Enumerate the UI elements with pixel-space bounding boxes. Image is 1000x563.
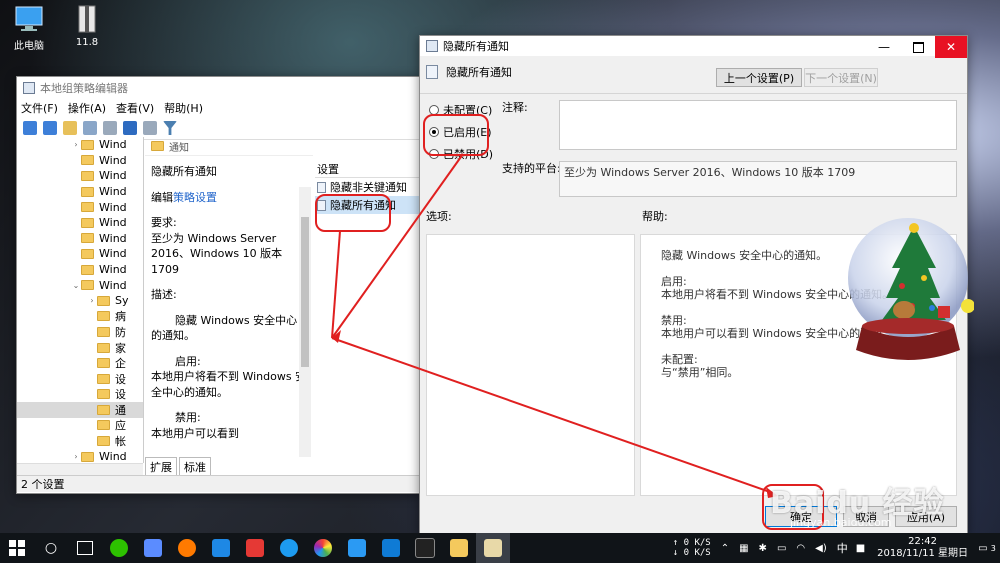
net-up: 0 K/S [683,538,711,548]
system-tray: ↑ 0 K/S ↓ 0 K/S ⌃ ▦ ✱ ▭ ◠ ◀) 中 ■ 22:42 2… [673,533,1000,563]
feishu-icon [144,539,162,557]
taskbar-app-explorer[interactable] [442,533,476,563]
taskbar-app-qq[interactable] [340,533,374,563]
clock-date: 2018/11/11 星期日 [877,548,968,559]
taskbar-app-gpedit[interactable] [476,533,510,563]
office-icon [212,539,230,557]
task-view-icon [77,541,93,555]
action-center-button[interactable]: ▭ 3 [974,543,1000,554]
taskbar-app-office[interactable] [204,533,238,563]
color-icon [314,539,332,557]
taskbar: ○ ↑ 0 K/S ↓ 0 K/S ⌃ ▦ ✱ ▭ ◠ ◀) 中 ■ 22:42… [0,533,1000,563]
taskbar-app-penguin[interactable] [408,533,442,563]
taskbar-app-notes[interactable] [238,533,272,563]
start-icon [9,540,25,556]
notification-count: 3 [990,543,996,553]
taskbar-app-feishu[interactable] [136,533,170,563]
wifi-icon[interactable]: ◠ [796,543,805,554]
browser-icon [178,539,196,557]
tray-grid-icon[interactable]: ▦ [739,543,748,554]
taskbar-app-calendar[interactable] [374,533,408,563]
network-speed: ↑ 0 K/S ↓ 0 K/S [673,538,711,558]
upload-arrow-icon: ↑ [672,538,679,548]
folder-icon [450,539,468,557]
start-button[interactable] [0,533,34,563]
net-down: 0 K/S [683,548,711,558]
taskbar-app-browser[interactable] [170,533,204,563]
qq-icon [348,539,366,557]
volume-icon[interactable]: ◀) [815,543,827,554]
battery-icon[interactable]: ▭ [777,543,786,554]
taskbar-app-edge[interactable] [272,533,306,563]
edge-icon [280,539,298,557]
search-icon: ○ [44,540,58,556]
calendar-icon [382,539,400,557]
clock[interactable]: 22:42 2018/11/11 星期日 [877,536,968,560]
watermark-url: jingyan.baidu.com [790,516,892,529]
annotation-setting-highlight [315,194,391,232]
download-arrow-icon: ↓ [672,548,679,558]
ime-indicator[interactable]: 中 [837,540,848,556]
notification-icon: ▭ [978,542,988,554]
annotation-enabled-highlight [423,114,489,156]
chevron-up-icon[interactable]: ⌃ [721,543,729,554]
security-tray-icon[interactable]: ■ [856,543,865,554]
taskbar-app-wechat[interactable] [102,533,136,563]
clock-time: 22:42 [908,536,937,547]
notes-icon [246,539,264,557]
task-view-button[interactable] [68,533,102,563]
document-icon [484,539,502,557]
penguin-icon [415,538,435,558]
wechat-icon [110,539,128,557]
taskbar-app-color[interactable] [306,533,340,563]
bluetooth-icon[interactable]: ✱ [759,543,767,554]
search-button[interactable]: ○ [34,533,68,563]
